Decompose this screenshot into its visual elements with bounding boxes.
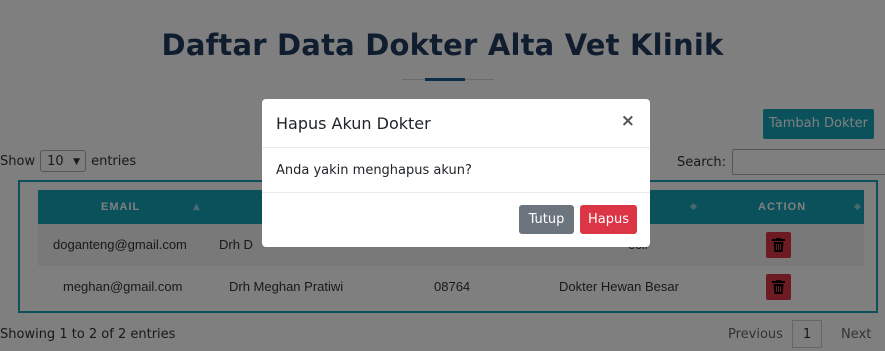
confirm-delete-button[interactable]: Hapus bbox=[580, 205, 637, 234]
modal-header-divider bbox=[262, 147, 650, 148]
delete-account-modal: Hapus Akun Dokter × Anda yakin menghapus… bbox=[262, 99, 650, 247]
modal-footer-divider bbox=[262, 192, 650, 193]
modal-message: Anda yakin menghapus akun? bbox=[276, 163, 472, 178]
close-icon[interactable]: × bbox=[621, 111, 635, 131]
modal-title: Hapus Akun Dokter bbox=[276, 114, 431, 133]
cancel-button[interactable]: Tutup bbox=[519, 205, 574, 234]
